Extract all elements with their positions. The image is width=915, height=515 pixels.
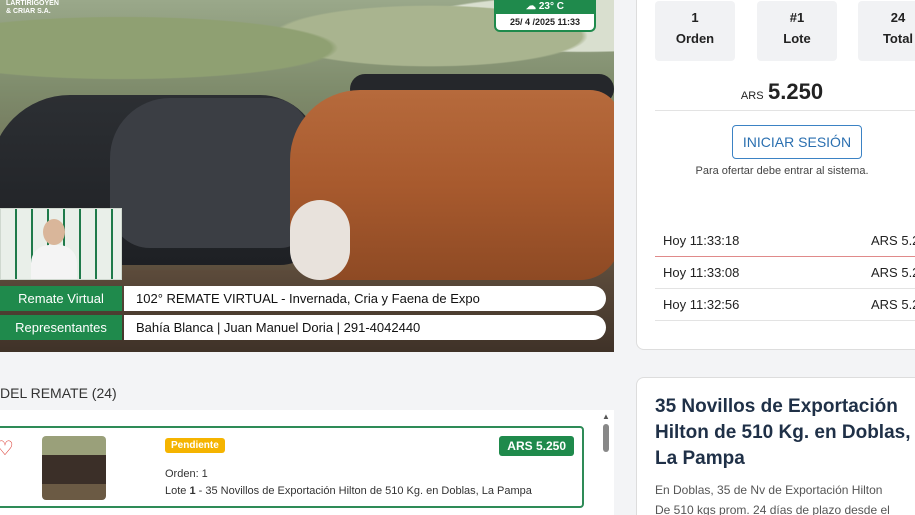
divider [655, 110, 915, 111]
lot-price-badge: ARS 5.250 [499, 436, 574, 456]
status-badge: Pendiente [165, 438, 225, 453]
stat-label: Total [882, 31, 914, 46]
current-price: ARS 5.250 [637, 79, 915, 105]
stat-value: 24 [890, 10, 906, 25]
stat-label: Lote [783, 31, 811, 46]
favorite-heart-icon[interactable]: ♡ [0, 436, 14, 461]
ticker-label: Remate Virtual [0, 286, 122, 311]
lot-description: Lote 1 - 35 Novillos de Exportación Hilt… [165, 485, 532, 497]
bid-amount: ARS 5.200 [871, 297, 915, 312]
ticker-text: Bahía Blanca | Juan Manuel Doria | 291-4… [124, 315, 606, 340]
cloud-icon: ☁ [526, 1, 537, 12]
auction-house-logo: LARTIRIGOYEN & CRIAR S.A. [6, 0, 59, 15]
login-button[interactable]: INICIAR SESIÓN [732, 125, 862, 159]
lot-card[interactable]: ♡ Pendiente ARS 5.250 Orden: 1 Lote 1 - … [0, 426, 584, 508]
lots-list[interactable]: ♡ Pendiente ARS 5.250 Orden: 1 Lote 1 - … [0, 410, 614, 515]
bid-amount: ARS 5.250 [871, 233, 915, 248]
scroll-up-arrow-icon[interactable]: ▲ [602, 412, 610, 421]
cattle-image [290, 200, 350, 280]
scroll-thumb[interactable] [603, 424, 609, 452]
ticker-text: 102° REMATE VIRTUAL - Invernada, Cria y … [124, 286, 606, 311]
lot-info-line: De 510 kgs prom. 24 días de plazo desde … [655, 503, 890, 515]
stat-total: 24 Total [858, 1, 915, 61]
lot-thumbnail[interactable] [42, 436, 106, 500]
bid-history-row: Hoy 11:33:08 ARS 5.200 [655, 257, 915, 289]
live-video-player[interactable]: LARTIRIGOYEN & CRIAR S.A. ☁ 23° C 25/ 4 … [0, 0, 614, 352]
bid-time: Hoy 11:33:08 [663, 265, 740, 280]
lots-heading: DEL REMATE (24) [0, 385, 117, 401]
presenter-figure [31, 219, 77, 279]
weather-overlay: ☁ 23° C 25/ 4 /2025 11:33 [494, 0, 596, 32]
bid-history-row: Hoy 11:32:56 ARS 5.200 [655, 289, 915, 321]
lot-title: 35 Novillos de Exportación Hilton de 510… [655, 396, 911, 469]
stat-orden: 1 Orden [655, 1, 735, 61]
stat-value: 1 [691, 10, 699, 25]
bid-amount: ARS 5.200 [871, 265, 915, 280]
bid-time: Hoy 11:32:56 [663, 297, 740, 312]
bidding-panel: 1 Orden #1 Lote 24 Total ARS 5.250 INICI… [636, 0, 915, 350]
price-value: 5.250 [768, 79, 824, 104]
lot-info-panel: 35 Novillos de Exportación Hilton de 510… [636, 377, 915, 515]
stat-lote: #1 Lote [757, 1, 837, 61]
lot-info-line: En Doblas, 35 de Nv de Exportación Hilto… [655, 483, 883, 497]
video-datetime: 25/ 4 /2025 11:33 [509, 17, 581, 27]
lots-scrollbar[interactable]: ▲ [602, 410, 610, 515]
lot-order: Orden: 1 [165, 468, 208, 480]
login-note: Para ofertar debe entrar al sistema. [695, 165, 869, 177]
price-currency: ARS [740, 90, 764, 102]
ticker-label: Representantes [0, 315, 122, 340]
temperature-value: 23° C [538, 1, 564, 12]
stat-label: Orden [675, 31, 715, 46]
stat-value: #1 [789, 10, 805, 25]
bid-history-row: Hoy 11:33:18 ARS 5.250 [655, 225, 915, 257]
bid-time: Hoy 11:33:18 [663, 233, 740, 248]
auction-page: LARTIRIGOYEN & CRIAR S.A. ☁ 23° C 25/ 4 … [0, 0, 915, 515]
temperature: ☁ 23° C [496, 0, 594, 14]
cattle-image [110, 98, 310, 248]
lot-info-text: En Doblas, 35 de Nv de Exportación Hilto… [655, 480, 915, 515]
presenter-inset [0, 208, 122, 280]
